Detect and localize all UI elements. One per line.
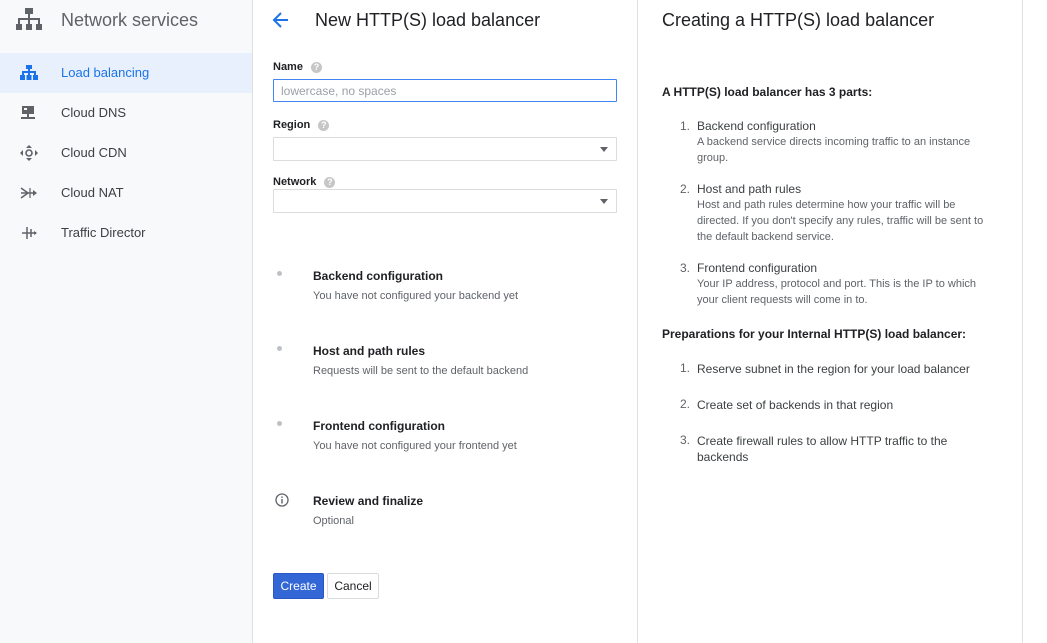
step-description: Requests will be sent to the default bac…	[313, 365, 529, 377]
region-select[interactable]	[273, 137, 617, 161]
sidebar-item-label: Traffic Director	[61, 225, 146, 240]
cloud-dns-icon	[21, 106, 35, 119]
sidebar-header: Network services	[0, 0, 252, 42]
dropdown-arrow-icon	[600, 199, 608, 204]
step-title[interactable]: Review and finalize	[313, 494, 423, 508]
create-button[interactable]: Create	[273, 573, 324, 599]
network-services-icon	[16, 8, 42, 30]
create-form-panel: New HTTP(S) load balancer Name? Region? …	[253, 0, 638, 643]
dropdown-arrow-icon	[600, 147, 608, 152]
help-panel-title: Creating a HTTP(S) load balancer	[662, 10, 935, 30]
step-review-and-finalize[interactable]: Review and finalize Optional	[273, 493, 617, 545]
step-description: You have not configured your frontend ye…	[313, 440, 517, 452]
info-icon	[275, 493, 289, 507]
help-part-desc: A backend service directs incoming traff…	[697, 136, 971, 164]
help-part-desc: Host and path rules determine how your t…	[697, 199, 984, 243]
load-balancing-icon	[20, 65, 38, 80]
network-label-text: Network	[273, 176, 317, 188]
help-icon[interactable]: ?	[310, 61, 322, 73]
step-description: Optional	[313, 515, 354, 527]
step-title[interactable]: Backend configuration	[313, 269, 443, 283]
help-part-title: Host and path rules	[697, 182, 802, 196]
name-label: Name?	[273, 61, 322, 73]
list-number: 2.	[680, 397, 691, 411]
sidebar-item-label: Load balancing	[61, 65, 150, 80]
name-input[interactable]	[273, 79, 617, 102]
step-host-and-path-rules[interactable]: Host and path rules Requests will be sen…	[273, 344, 617, 395]
step-status-dot	[277, 421, 282, 426]
parts-heading: A HTTP(S) load balancer has 3 parts:	[662, 85, 873, 99]
traffic-director-icon	[22, 227, 37, 239]
network-select[interactable]	[273, 189, 617, 213]
sidebar-item-cloud-nat[interactable]: Cloud NAT	[0, 173, 252, 213]
step-frontend-configuration[interactable]: Frontend configuration You have not conf…	[273, 419, 617, 470]
sidebar-item-load-balancing[interactable]: Load balancing	[0, 53, 252, 93]
help-part-desc: Your IP address, protocol and port. This…	[697, 278, 977, 306]
cancel-button[interactable]: Cancel	[327, 573, 379, 599]
name-label-text: Name	[273, 61, 303, 73]
list-number: 1.	[680, 119, 691, 133]
list-number: 2.	[680, 182, 691, 196]
prep-text: Create firewall rules to allow HTTP traf…	[697, 434, 948, 464]
network-label: Network?	[273, 176, 336, 188]
step-backend-configuration[interactable]: Backend configuration You have not confi…	[273, 269, 617, 320]
step-title[interactable]: Host and path rules	[313, 344, 425, 358]
list-number: 1.	[680, 361, 691, 375]
sidebar-item-label: Cloud CDN	[61, 145, 127, 160]
prep-text: Reserve subnet in the region for your lo…	[697, 362, 970, 376]
page-title: New HTTP(S) load balancer	[315, 10, 541, 30]
step-status-dot	[277, 346, 282, 351]
prep-heading: Preparations for your Internal HTTP(S) l…	[662, 327, 967, 341]
region-label: Region?	[273, 119, 330, 131]
sidebar-item-traffic-director[interactable]: Traffic Director	[0, 213, 252, 253]
step-description: You have not configured your backend yet	[313, 290, 519, 302]
sidebar-item-label: Cloud DNS	[61, 105, 127, 120]
sidebar-item-label: Cloud NAT	[61, 185, 124, 200]
step-title[interactable]: Frontend configuration	[313, 419, 445, 433]
help-part-title: Backend configuration	[697, 119, 816, 133]
help-icon[interactable]: ?	[318, 119, 330, 131]
step-status-dot	[277, 271, 282, 276]
help-icon[interactable]: ?	[324, 176, 336, 188]
back-arrow-icon[interactable]	[271, 10, 291, 30]
sidebar: Network services Load balancing Cloud DN…	[0, 0, 253, 643]
sidebar-item-cloud-cdn[interactable]: Cloud CDN	[0, 133, 252, 173]
sidebar-title: Network services	[61, 10, 199, 30]
prep-text: Create set of backends in that region	[697, 398, 894, 412]
list-number: 3.	[680, 261, 691, 275]
cloud-nat-icon	[20, 187, 37, 199]
help-panel: Creating a HTTP(S) load balancer A HTTP(…	[638, 0, 1023, 643]
list-number: 3.	[680, 433, 691, 447]
cloud-cdn-icon	[20, 145, 38, 161]
help-part-title: Frontend configuration	[697, 261, 818, 275]
region-label-text: Region	[273, 119, 311, 131]
sidebar-item-cloud-dns[interactable]: Cloud DNS	[0, 93, 252, 133]
